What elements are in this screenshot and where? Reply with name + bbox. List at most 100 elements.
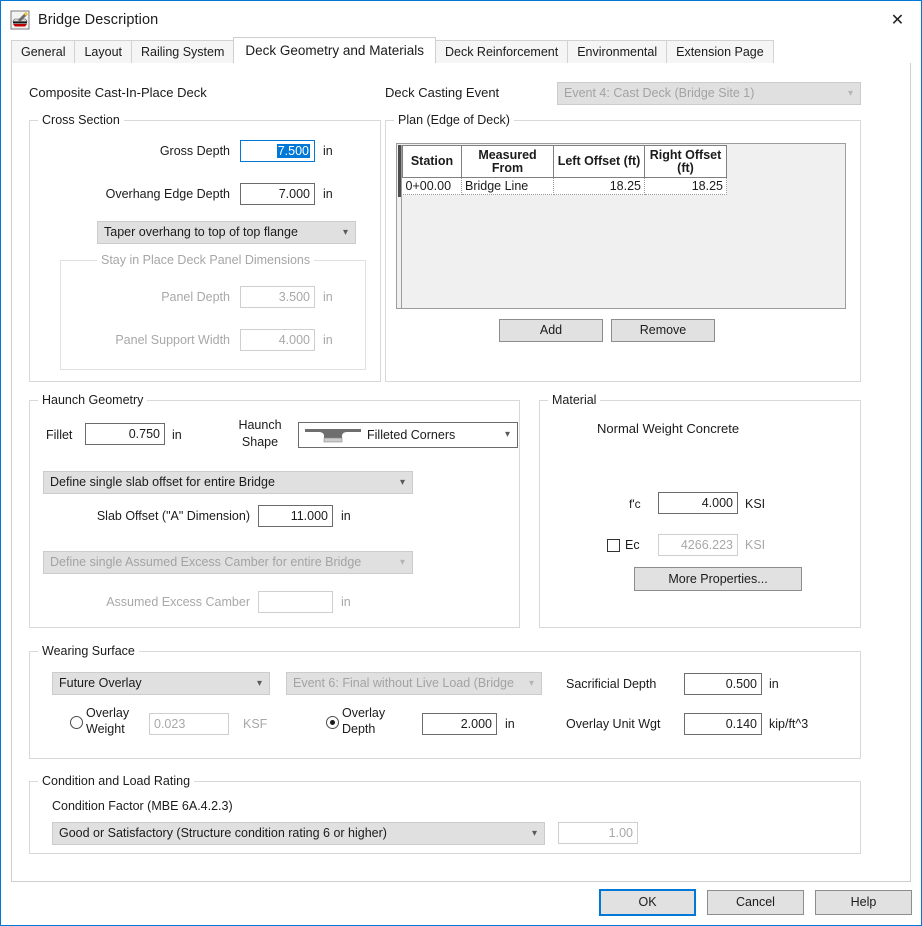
assumed-excess-camber-label: Assumed Excess Camber — [106, 595, 250, 609]
assumed-excess-camber-unit: in — [341, 595, 351, 609]
fc-input[interactable]: 4.000 — [658, 492, 738, 514]
overlay-unit-wgt-input[interactable]: 0.140 — [684, 713, 762, 735]
cell-right-offset[interactable]: 18.25 — [644, 177, 727, 195]
ok-button[interactable]: OK — [599, 889, 696, 916]
chevron-down-icon: ▾ — [528, 678, 534, 689]
wearing-surface-type-select[interactable]: Future Overlay ▾ — [52, 672, 270, 695]
gross-depth-label: Gross Depth — [159, 144, 230, 158]
bridge-description-icon — [10, 10, 30, 30]
cross-section-legend: Cross Section — [38, 113, 124, 127]
panel-support-width-label: Panel Support Width — [115, 333, 230, 347]
wearing-surface-type-value: Future Overlay — [59, 676, 142, 690]
column-header-measured-from[interactable]: Measured From — [461, 145, 554, 178]
wearing-surface-event-select[interactable]: Event 6: Final without Live Load (Bridge… — [286, 672, 542, 695]
overhang-edge-depth-input[interactable]: 7.000 — [240, 183, 315, 205]
panel-depth-input[interactable]: 3.500 — [240, 286, 315, 308]
plan-edge-of-deck-group: Plan (Edge of Deck) Station Measured Fro… — [385, 113, 861, 382]
taper-overhang-value: Taper overhang to top of top flange — [104, 225, 298, 239]
overlay-depth-radio[interactable] — [326, 716, 339, 729]
overlay-unit-wgt-label: Overlay Unit Wgt — [566, 717, 661, 731]
chevron-down-icon: ▾ — [531, 828, 537, 839]
stay-in-place-panel-group: Stay in Place Deck Panel Dimensions — [60, 253, 366, 370]
overhang-edge-depth-unit: in — [323, 187, 333, 201]
chevron-down-icon: ▾ — [847, 88, 853, 99]
tab-strip: General Layout Railing System Deck Geome… — [11, 37, 921, 63]
overlay-weight-label-line1: Overlay — [86, 706, 130, 720]
chevron-down-icon: ▾ — [504, 429, 510, 440]
tab-deck-geometry-and-materials[interactable]: Deck Geometry and Materials — [233, 37, 436, 63]
remove-button[interactable]: Remove — [611, 319, 715, 342]
camber-mode-select[interactable]: Define single Assumed Excess Camber for … — [43, 551, 413, 574]
table-header-row: Station Measured From Left Offset (ft) R… — [402, 145, 727, 178]
tab-layout[interactable]: Layout — [74, 40, 133, 63]
wearing-surface-group: Wearing Surface Future Overlay ▾ Event 6… — [29, 644, 861, 759]
stay-in-place-legend: Stay in Place Deck Panel Dimensions — [97, 253, 315, 267]
deck-casting-event-select[interactable]: Event 4: Cast Deck (Bridge Site 1) ▾ — [557, 82, 861, 105]
overlay-weight-radio[interactable] — [70, 716, 83, 729]
sacrificial-depth-input[interactable]: 0.500 — [684, 673, 762, 695]
more-properties-button[interactable]: More Properties... — [634, 567, 802, 591]
cell-station[interactable]: 0+00.00 — [402, 177, 462, 195]
title-bar: Bridge Description ✕ — [1, 1, 921, 39]
cancel-button[interactable]: Cancel — [707, 890, 804, 915]
wearing-surface-event-value: Event 6: Final without Live Load (Bridge — [293, 676, 514, 690]
taper-overhang-select[interactable]: Taper overhang to top of top flange ▾ — [97, 221, 356, 244]
overlay-depth-label-line1: Overlay — [342, 706, 386, 720]
tab-general[interactable]: General — [11, 40, 76, 63]
overlay-weight-label-line2: Weight — [86, 722, 125, 736]
tab-railing-system[interactable]: Railing System — [131, 40, 235, 63]
cross-section-group: Cross Section Gross Depth 7.500 in Overh… — [29, 113, 381, 382]
tab-extension-page[interactable]: Extension Page — [666, 40, 774, 63]
slab-offset-unit: in — [341, 509, 351, 523]
composite-deck-heading: Composite Cast-In-Place Deck — [29, 85, 207, 100]
plan-table[interactable]: Station Measured From Left Offset (ft) R… — [396, 143, 846, 309]
overlay-weight-input[interactable]: 0.023 — [149, 713, 229, 735]
slab-offset-input[interactable]: 11.000 — [258, 505, 333, 527]
ec-unit: KSI — [745, 538, 766, 552]
overlay-depth-input[interactable]: 2.000 — [422, 713, 497, 735]
condition-factor-value: Good or Satisfactory (Structure conditio… — [59, 826, 387, 840]
chevron-down-icon: ▾ — [256, 678, 262, 689]
close-icon[interactable]: ✕ — [874, 1, 921, 38]
fillet-input[interactable]: 0.750 — [85, 423, 165, 445]
column-header-right-offset[interactable]: Right Offset (ft) — [644, 145, 727, 178]
haunch-geometry-legend: Haunch Geometry — [38, 393, 148, 407]
chevron-down-icon: ▾ — [342, 227, 348, 238]
slab-offset-mode-select[interactable]: Define single slab offset for entire Bri… — [43, 471, 413, 494]
assumed-excess-camber-input[interactable] — [258, 591, 333, 613]
window-title: Bridge Description — [38, 12, 159, 28]
add-button[interactable]: Add — [499, 319, 603, 342]
ec-checkbox[interactable] — [607, 539, 620, 552]
tab-environmental[interactable]: Environmental — [567, 40, 668, 63]
sacrificial-depth-label: Sacrificial Depth — [566, 677, 657, 691]
panel-support-width-unit: in — [323, 333, 333, 347]
condition-load-rating-legend: Condition and Load Rating — [38, 774, 195, 788]
column-header-left-offset[interactable]: Left Offset (ft) — [553, 145, 645, 178]
chevron-down-icon: ▾ — [399, 477, 405, 488]
haunch-shape-select[interactable]: Filleted Corners ▾ — [298, 422, 518, 448]
gross-depth-unit: in — [323, 144, 333, 158]
overlay-depth-label-line2: Depth — [342, 722, 376, 736]
help-button[interactable]: Help — [815, 890, 912, 915]
column-header-station[interactable]: Station — [402, 145, 462, 178]
table-row[interactable]: 0+00.00 Bridge Line 18.25 18.25 — [402, 177, 727, 195]
deck-geometry-panel: Composite Cast-In-Place Deck Deck Castin… — [11, 63, 911, 882]
fc-label: f'c — [629, 497, 641, 511]
panel-support-width-input[interactable]: 4.000 — [240, 329, 315, 351]
condition-factor-select[interactable]: Good or Satisfactory (Structure conditio… — [52, 822, 545, 845]
bridge-description-window: Bridge Description ✕ General Layout Rail… — [0, 0, 922, 926]
deck-casting-event-value: Event 4: Cast Deck (Bridge Site 1) — [564, 86, 755, 100]
filleted-corners-icon — [303, 426, 363, 443]
condition-load-rating-group: Condition and Load Rating Condition Fact… — [29, 774, 861, 854]
ec-input[interactable]: 4266.223 — [658, 534, 738, 556]
camber-mode-value: Define single Assumed Excess Camber for … — [50, 555, 362, 569]
overlay-weight-unit: KSF — [243, 717, 268, 731]
tab-deck-reinforcement[interactable]: Deck Reinforcement — [434, 40, 569, 63]
cell-left-offset[interactable]: 18.25 — [553, 177, 645, 195]
haunch-shape-label-line1: Haunch — [238, 418, 282, 432]
cell-measured-from[interactable]: Bridge Line — [461, 177, 554, 195]
haunch-shape-label-line2: Shape — [241, 435, 279, 449]
chevron-down-icon: ▾ — [399, 557, 405, 568]
ec-label: Ec — [625, 538, 640, 552]
gross-depth-input[interactable]: 7.500 — [240, 140, 315, 162]
